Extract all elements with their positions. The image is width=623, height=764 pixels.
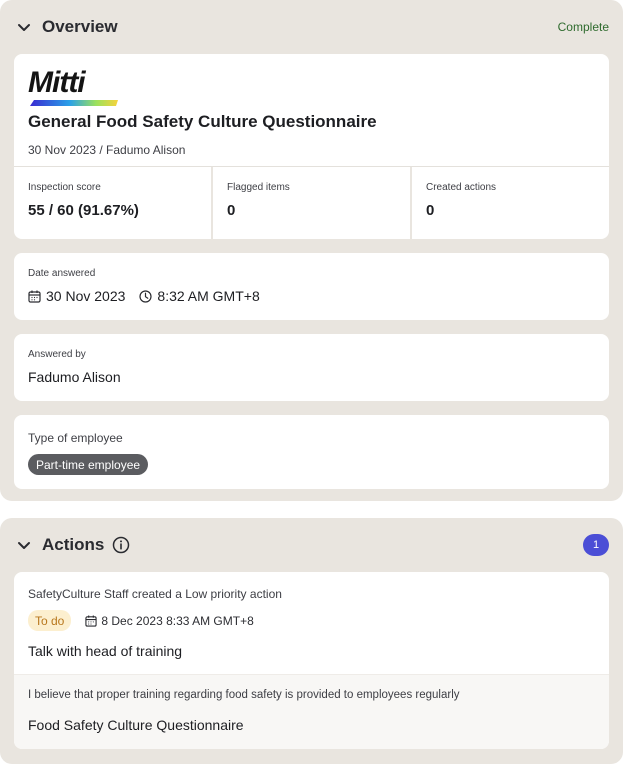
stats-row: Inspection score 55 / 60 (91.67%) Flagge… [14, 166, 609, 239]
employee-type-label: Type of employee [28, 431, 123, 445]
actions-section: Actions 1 SafetyCulture Staff created a … [0, 518, 623, 764]
info-icon[interactable] [112, 536, 130, 554]
action-status-badge: To do [28, 610, 72, 631]
date-answered-card: Date answered 30 Nov 2023 8:32 AM GMT+8 [14, 253, 609, 320]
overview-title: Overview [42, 17, 118, 36]
clock-icon [139, 289, 153, 303]
stat-value: 0 [426, 202, 435, 219]
actions-header[interactable]: Actions 1 [0, 518, 623, 572]
logo-underline [30, 100, 118, 106]
stat-value: 0 [227, 202, 236, 219]
date-text: 30 Nov 2023 [46, 288, 126, 304]
time-text: 8:32 AM GMT+8 [157, 288, 260, 304]
overview-header[interactable]: Overview Complete [0, 0, 623, 54]
answered-by-label: Answered by [28, 349, 86, 360]
employee-type-card: Type of employee Part-time employee [14, 415, 609, 489]
chevron-down-icon[interactable] [16, 537, 32, 553]
action-card[interactable]: SafetyCulture Staff created a Low priori… [14, 572, 609, 749]
calendar-icon [28, 290, 41, 303]
report-summary-card: Mitti General Food Safety Culture Questi… [14, 54, 609, 239]
logo-text: Mitti [28, 66, 86, 99]
stat-label: Created actions [426, 182, 497, 193]
answered-by-card: Answered by Fadumo Alison [14, 334, 609, 401]
stat-label: Flagged items [227, 182, 290, 193]
calendar-icon [85, 614, 97, 627]
action-linked-question: I believe that proper training regarding… [14, 674, 609, 749]
question-text: I believe that proper training regarding… [28, 689, 460, 701]
actions-title: Actions [42, 535, 105, 554]
answered-by-value: Fadumo Alison [28, 369, 121, 385]
chevron-down-icon[interactable] [16, 19, 32, 35]
employee-type-badge: Part-time employee [28, 454, 149, 475]
action-title: Talk with head of training [28, 643, 183, 659]
template-name: Food Safety Culture Questionnaire [28, 717, 244, 733]
status-complete-label: Complete [557, 20, 609, 34]
date-answered-value: 30 Nov 2023 8:32 AM GMT+8 [28, 288, 260, 304]
stat-inspection-score: Inspection score 55 / 60 (91.67%) [14, 167, 213, 239]
action-creator-text: SafetyCulture Staff created a Low priori… [28, 587, 282, 601]
report-title: General Food Safety Culture Questionnair… [28, 112, 377, 131]
company-logo: Mitti [28, 66, 124, 106]
overview-section: Overview Complete Mitti General Food Saf… [0, 0, 623, 501]
report-subtitle: 30 Nov 2023 / Fadumo Alison [28, 143, 186, 157]
action-due-date: 8 Dec 2023 8:33 AM GMT+8 [85, 613, 254, 628]
stat-flagged-items[interactable]: Flagged items 0 [213, 167, 412, 239]
stat-label: Inspection score [28, 182, 101, 193]
date-answered-label: Date answered [28, 268, 96, 279]
action-due-text: 8 Dec 2023 8:33 AM GMT+8 [101, 613, 254, 628]
stat-created-actions[interactable]: Created actions 0 [412, 167, 609, 239]
stat-value: 55 / 60 (91.67%) [28, 202, 139, 219]
actions-count-badge: 1 [583, 534, 609, 556]
action-meta: To do 8 Dec 2023 8:33 AM GMT+8 [28, 610, 254, 631]
